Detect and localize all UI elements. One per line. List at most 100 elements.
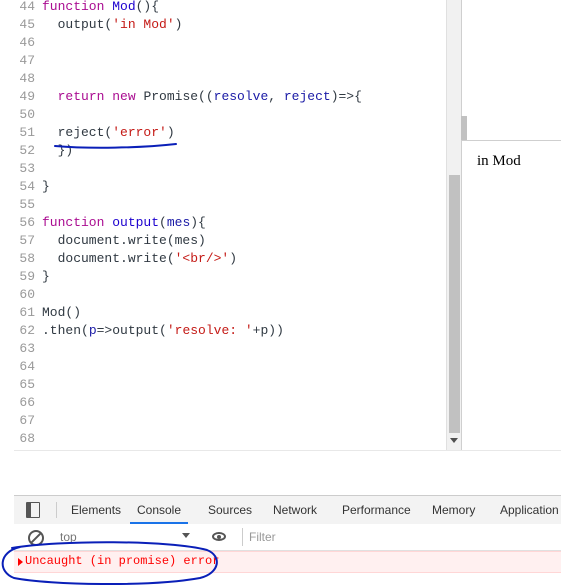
- devtools-tabbar: Elements Console Sources Network Perform…: [14, 495, 561, 525]
- code-token: Promise((: [143, 89, 214, 104]
- code-text: }: [42, 268, 50, 286]
- code-text: document.write('<br/>'): [42, 250, 237, 268]
- preview-output-text: in Mod: [477, 153, 521, 169]
- line-number: 59: [19, 269, 35, 284]
- tab-application[interactable]: Application: [500, 496, 559, 524]
- line-number: 49: [19, 89, 35, 104]
- error-message-text: Uncaught (in promise) error: [25, 554, 220, 568]
- editor-vertical-scrollbar[interactable]: [446, 0, 462, 450]
- code-token: reject: [283, 89, 331, 104]
- left-band: [0, 450, 14, 587]
- code-text: reject('error'): [42, 124, 175, 142]
- code-token: .then(: [42, 323, 89, 338]
- preview-scrollbar-thumb[interactable]: [461, 116, 467, 140]
- code-text: output('in Mod'): [42, 16, 183, 34]
- line-number: 45: [19, 17, 35, 32]
- code-token: mes: [166, 215, 191, 230]
- code-token: document.write(: [42, 251, 175, 266]
- code-text: function Mod(){: [42, 0, 159, 16]
- tabbar-divider: [56, 502, 57, 518]
- code-token: ,: [268, 89, 284, 104]
- dock-side-icon[interactable]: [26, 502, 40, 518]
- code-token: }): [42, 143, 74, 158]
- line-number: 54: [19, 179, 35, 194]
- code-text: .then(p=>output('resolve: '+p)): [42, 322, 284, 340]
- code-token: (){: [135, 0, 160, 14]
- code-token: return new: [57, 89, 144, 104]
- code-text: Mod(): [42, 304, 81, 322]
- line-number: 48: [19, 71, 35, 86]
- line-number: 58: [19, 251, 35, 266]
- tab-console[interactable]: Console: [130, 496, 188, 524]
- tab-network[interactable]: Network: [273, 496, 317, 524]
- code-token: output(: [42, 17, 113, 32]
- code-token: =>output(: [96, 323, 167, 338]
- line-number: 63: [19, 341, 35, 356]
- code-token: '<br/>': [174, 251, 230, 266]
- line-number: 44: [19, 0, 35, 14]
- code-text: function output(mes){: [42, 214, 206, 232]
- context-selector-value: top: [60, 530, 77, 544]
- code-token: Mod(): [42, 305, 82, 320]
- code-editor[interactable]: 44 function Mod(){45 output('in Mod') 46 47…: [0, 0, 446, 450]
- code-token: 'in Mod': [112, 17, 175, 32]
- code-token: output: [112, 215, 160, 230]
- line-number: 61: [19, 305, 35, 320]
- line-number: 53: [19, 161, 35, 176]
- filter-input[interactable]: Filter: [242, 528, 549, 546]
- console-error-message[interactable]: Uncaught (in promise) error: [14, 551, 561, 573]
- line-number: 64: [19, 359, 35, 374]
- chevron-down-icon[interactable]: [182, 533, 190, 538]
- line-number: 60: [19, 287, 35, 302]
- line-number: 55: [19, 197, 35, 212]
- code-token: +p)): [252, 323, 284, 338]
- code-token: 'error': [112, 125, 167, 140]
- line-number: 65: [19, 377, 35, 392]
- panel-gap: [0, 450, 561, 496]
- code-token: (: [159, 215, 167, 230]
- code-token: function: [42, 215, 113, 230]
- line-number: 50: [19, 107, 35, 122]
- line-number: 57: [19, 233, 35, 248]
- code-token: 'resolve: ': [166, 323, 253, 338]
- preview-pane: in Mod: [461, 140, 561, 451]
- line-number: 66: [19, 395, 35, 410]
- scrollbar-thumb[interactable]: [449, 175, 460, 433]
- line-number: 46: [19, 35, 35, 50]
- line-number: 67: [19, 413, 35, 428]
- code-text: }: [42, 178, 50, 196]
- line-number: 51: [19, 125, 35, 140]
- code-text: return new Promise((resolve, reject)=>{: [42, 88, 362, 106]
- code-token: function: [42, 0, 113, 14]
- code-token: ): [174, 17, 183, 32]
- code-text: }): [42, 142, 74, 160]
- code-token: document.write(mes): [42, 233, 206, 248]
- expand-triangle-icon[interactable]: [18, 558, 23, 566]
- code-token: ): [229, 251, 238, 266]
- eye-icon[interactable]: [212, 532, 226, 541]
- tab-memory[interactable]: Memory: [432, 496, 475, 524]
- tab-performance[interactable]: Performance: [342, 496, 411, 524]
- tab-elements[interactable]: Elements: [71, 496, 121, 524]
- code-token: p: [88, 323, 97, 338]
- console-toolbar: top Filter: [14, 524, 561, 551]
- code-token: ){: [190, 215, 206, 230]
- code-token: ): [166, 125, 175, 140]
- code-token: }: [42, 269, 50, 284]
- code-token: Mod: [112, 0, 136, 14]
- context-selector[interactable]: top: [60, 528, 194, 546]
- code-token: reject(: [42, 125, 113, 140]
- scroll-down-arrow-icon[interactable]: [450, 438, 458, 443]
- code-token: )=>{: [330, 89, 362, 104]
- line-number: 62: [19, 323, 35, 338]
- tab-sources[interactable]: Sources: [208, 496, 252, 524]
- line-number: 52: [19, 143, 35, 158]
- preview-upper-pane: [461, 0, 561, 140]
- line-number: 68: [19, 431, 35, 446]
- code-token: }: [42, 179, 50, 194]
- line-number: 47: [19, 53, 35, 68]
- clear-console-icon[interactable]: [28, 530, 44, 546]
- code-text: document.write(mes): [42, 232, 206, 250]
- line-number: 56: [19, 215, 35, 230]
